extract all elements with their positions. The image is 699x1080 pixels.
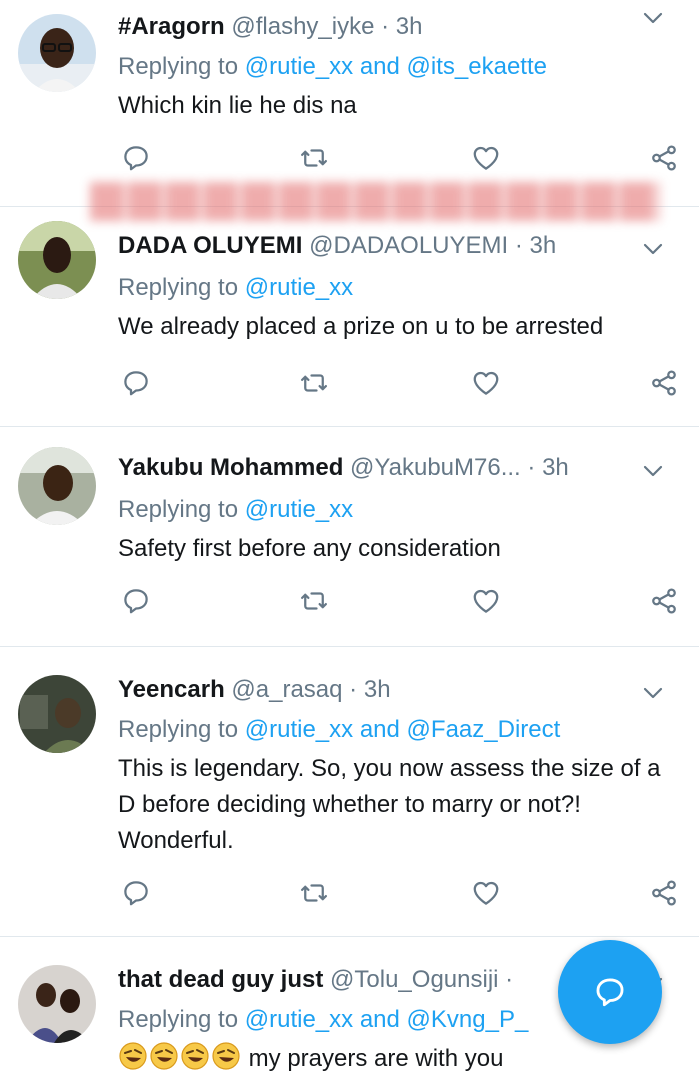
user-handle[interactable]: @DADAOLUYEMI [309,232,508,259]
avatar[interactable] [18,221,96,299]
replying-to: Replying to @rutie_xx and @Kvng_P_ [118,1003,528,1037]
share-icon[interactable] [646,875,682,911]
chevron-down-icon[interactable] [641,6,665,30]
tweet-2[interactable]: DADA OLUYEMI @DADAOLUYEMI · 3h Replying … [0,207,699,427]
compose-reply-button[interactable] [558,940,662,1044]
retweet-icon[interactable] [296,365,332,401]
replying-label: Replying to [118,716,239,743]
share-icon[interactable] [646,583,682,619]
heart-icon[interactable] [468,365,504,401]
separator-dot: · [349,676,358,703]
tweet-1[interactable]: #Aragorn @flashy_iyke · 3h Replying to @… [0,0,699,220]
rolling-laughing-emoji [149,1041,179,1071]
tweet-text: my prayers are with you [118,1041,661,1077]
timestamp[interactable]: 3h [542,454,569,481]
tweet-text: This is legendary. So, you now assess th… [118,755,661,854]
tweet-actions [118,875,678,911]
retweet-icon[interactable] [296,583,332,619]
tweet-header: #Aragorn @flashy_iyke · 3h [118,10,679,44]
display-name[interactable]: that dead guy just [118,966,323,993]
tweet-header: DADA OLUYEMI @DADAOLUYEMI · 3h [118,229,679,263]
avatar[interactable] [18,675,96,753]
timestamp[interactable]: 3h [364,676,391,703]
timestamp[interactable]: 3h [396,13,423,40]
retweet-icon[interactable] [296,875,332,911]
tweet-actions [118,365,678,401]
compose-reply-icon [596,978,624,1007]
avatar[interactable] [18,965,96,1043]
rolling-laughing-emoji [180,1041,210,1071]
avatar[interactable] [18,447,96,525]
user-handle[interactable]: @a_rasaq [231,676,342,703]
tweet-text: Safety first before any consideration [118,535,501,562]
mention-link[interactable]: @rutie_xx [245,274,353,301]
mention-link[interactable]: @rutie_xx [245,716,353,743]
display-name[interactable]: #Aragorn [118,13,225,40]
separator-dot: · [527,454,536,481]
display-name[interactable]: Yeencarh [118,676,225,703]
mention-link[interactable]: @Faaz_Direct [407,716,561,743]
tweet-text-body: my prayers are with you [248,1045,504,1072]
separator-dot: · [381,13,390,40]
chevron-down-icon[interactable] [641,681,665,705]
tweet-text: Which kin lie he dis na [118,92,357,119]
replying-label: Replying to [118,274,239,301]
replying-to: Replying to @rutie_xx and @Faaz_Direct [118,713,560,747]
mention-link[interactable]: @its_ekaette [407,53,547,80]
tweet-text: We already placed a prize on u to be arr… [118,313,604,340]
mention-link[interactable]: @rutie_xx [245,496,353,523]
avatar[interactable] [18,14,96,92]
separator-dot: · [505,966,514,993]
replying-label: Replying to [118,496,239,523]
tweet-header: Yakubu Mohammed @YakubuM76... · 3h [118,451,679,485]
replying-to: Replying to @rutie_xx [118,271,353,305]
heart-icon[interactable] [468,583,504,619]
mention-joiner: and [359,1006,400,1033]
tweet-actions [118,583,678,619]
rolling-laughing-emoji [211,1041,241,1071]
replying-to: Replying to @rutie_xx [118,493,353,527]
tweet-3[interactable]: Yakubu Mohammed @YakubuM76... · 3h Reply… [0,427,699,647]
separator-dot: · [514,232,523,259]
timestamp[interactable]: 3h [530,232,557,259]
reply-icon[interactable] [118,583,154,619]
replying-to: Replying to @rutie_xx and @its_ekaette [118,50,547,84]
mention-link[interactable]: @rutie_xx [245,1006,353,1033]
replying-label: Replying to [118,1006,239,1033]
user-handle[interactable]: @Tolu_Ogunsiji [330,966,498,993]
mention-joiner: and [359,716,400,743]
rolling-laughing-emoji [118,1041,148,1071]
user-handle[interactable]: @flashy_iyke [231,13,374,40]
display-name[interactable]: Yakubu Mohammed [118,454,343,481]
reply-icon[interactable] [118,365,154,401]
display-name[interactable]: DADA OLUYEMI [118,232,302,259]
user-handle[interactable]: @YakubuM76... [350,454,521,481]
chevron-down-icon[interactable] [641,459,665,483]
mention-link[interactable]: @Kvng_P_ [407,1006,529,1033]
replying-label: Replying to [118,53,239,80]
share-icon[interactable] [646,365,682,401]
tweet-4[interactable]: Yeencarh @a_rasaq · 3h Replying to @ruti… [0,647,699,937]
chevron-down-icon[interactable] [641,237,665,261]
mention-joiner: and [359,53,400,80]
tweet-header: Yeencarh @a_rasaq · 3h [118,673,679,707]
mention-link[interactable]: @rutie_xx [245,53,353,80]
heart-icon[interactable] [468,875,504,911]
reply-icon[interactable] [118,875,154,911]
